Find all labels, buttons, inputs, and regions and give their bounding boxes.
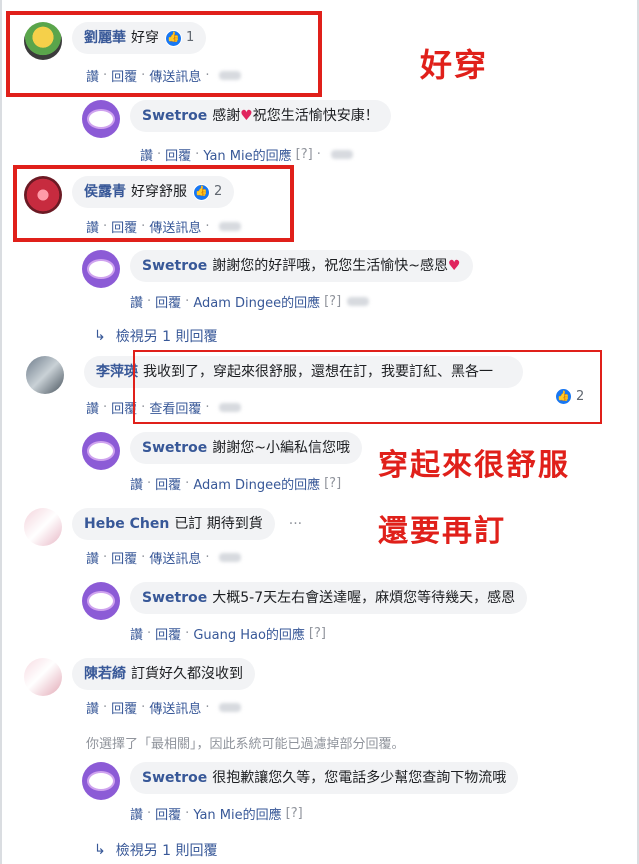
reply-link[interactable]: 回覆 (155, 292, 181, 311)
message-link[interactable]: 傳送訊息 (149, 698, 201, 717)
highlight-box (13, 165, 294, 242)
like-link[interactable]: 讚 (130, 474, 143, 493)
highlight-box (133, 350, 602, 424)
timestamp (219, 553, 242, 562)
annotation-text: 穿起來很舒服 (378, 448, 570, 483)
comment-actions: 讚 · 回覆 · Guang Hao的回應 [?] (130, 624, 326, 643)
avatar[interactable] (82, 762, 120, 800)
comment-author[interactable]: 李萍瑛 (96, 363, 138, 381)
comment-actions: 讚 · 回覆 · Adam Dingee的回應 [?] (130, 292, 370, 311)
heart-icon: ♥ (447, 258, 461, 274)
reply-link[interactable]: 回覆 (165, 145, 191, 164)
avatar[interactable] (24, 508, 62, 546)
comment-author[interactable]: Swetroe (142, 769, 207, 787)
reply-link[interactable]: 回覆 (111, 698, 137, 717)
message-link[interactable]: 傳送訊息 (149, 548, 201, 567)
view-more-replies[interactable]: ↳ 檢視另 1 則回覆 (94, 326, 218, 346)
highlight-box (6, 11, 322, 97)
reply-5: Swetroe 很抱歉讓您久等，您電話多少幫您查詢下物流哦 (82, 762, 519, 800)
like-link[interactable]: 讚 (86, 698, 99, 717)
like-link[interactable]: 讚 (86, 548, 99, 567)
comment-4: Hebe Chen 已訂 期待到貨 ··· (24, 508, 302, 546)
timestamp (219, 703, 242, 712)
more-options-icon[interactable]: ··· (289, 516, 302, 532)
comment-bubble: Swetroe 謝謝您的好評哦，祝您生活愉快~感恩 ♥ (130, 250, 473, 282)
comment-bubble: Swetroe 感謝 ♥ 祝您生活愉快安康！ (130, 100, 391, 132)
reply-link[interactable]: 回覆 (155, 474, 181, 493)
reply-4: Swetroe 大概5-7天左右會送達喔，麻煩您等待幾天，感恩 (82, 582, 528, 620)
comment-actions: 讚 · 回覆 · Yan Mie的回應 [?] · (140, 145, 353, 164)
comment-author[interactable]: Hebe Chen (84, 515, 169, 533)
comment-thread: 劉麗華 好穿 👍 1 讚 · 回覆 · 傳送訊息 · 好穿 Swetroe 感謝 ♥ … (0, 0, 639, 864)
comment-actions: 讚 · 回覆 · 傳送訊息 · (86, 698, 242, 717)
reply-3: Swetroe 謝謝您~小編私信您哦 (82, 432, 362, 470)
annotation-text: 好穿 (420, 46, 489, 84)
comment-author[interactable]: 陳若綺 (84, 665, 126, 683)
timestamp (347, 297, 370, 306)
filter-notice: 你選擇了「最相關」，因此系統可能已過濾掉部分回覆。 (86, 737, 405, 752)
reply-link[interactable]: 回覆 (111, 548, 137, 567)
like-link[interactable]: 讚 (130, 804, 143, 823)
comment-author[interactable]: Swetroe (142, 107, 207, 125)
reply-arrow-icon: ↳ (94, 328, 106, 344)
timestamp (330, 150, 353, 159)
annotation-text: 還要再訂 (378, 514, 506, 549)
reply-2: Swetroe 謝謝您的好評哦，祝您生活愉快~感恩 ♥ (82, 250, 473, 288)
reply-attribution[interactable]: Yan Mie的回應 (203, 145, 291, 164)
reply-arrow-icon: ↳ (94, 842, 106, 858)
reply-link[interactable]: 回覆 (155, 804, 181, 823)
like-link[interactable]: 讚 (86, 398, 99, 417)
avatar[interactable] (82, 250, 120, 288)
reply-attribution[interactable]: Yan Mie的回應 (193, 804, 281, 823)
comment-bubble: Swetroe 很抱歉讓您久等，您電話多少幫您查詢下物流哦 (130, 762, 519, 794)
avatar[interactable] (26, 356, 64, 394)
reply-attribution[interactable]: Adam Dingee的回應 (193, 474, 320, 493)
avatar[interactable] (82, 432, 120, 470)
comment-actions: 讚 · 回覆 · Adam Dingee的回應 [?] (130, 474, 342, 493)
avatar[interactable] (82, 582, 120, 620)
comment-actions: 讚 · 回覆 · 傳送訊息 · (86, 548, 242, 567)
comment-author[interactable]: Swetroe (142, 257, 207, 275)
reply-link[interactable]: 回覆 (155, 624, 181, 643)
comment-5: 陳若綺 訂貨好久都沒收到 (24, 658, 255, 696)
like-link[interactable]: 讚 (130, 624, 143, 643)
heart-icon: ♥ (240, 108, 253, 124)
avatar[interactable] (82, 100, 120, 138)
like-link[interactable]: 讚 (140, 145, 153, 164)
comment-bubble: Swetroe 大概5-7天左右會送達喔，麻煩您等待幾天，感恩 (130, 582, 528, 614)
reply-attribution[interactable]: Guang Hao的回應 (193, 624, 305, 643)
reply-1: Swetroe 感謝 ♥ 祝您生活愉快安康！ (82, 100, 391, 138)
comment-bubble: 陳若綺 訂貨好久都沒收到 (72, 658, 255, 690)
comment-bubble: Swetroe 謝謝您~小編私信您哦 (130, 432, 362, 464)
reply-attribution[interactable]: Adam Dingee的回應 (193, 292, 320, 311)
comment-author[interactable]: Swetroe (142, 439, 207, 457)
view-more-replies[interactable]: ↳ 檢視另 1 則回覆 (94, 840, 218, 860)
comment-author[interactable]: Swetroe (142, 589, 207, 607)
comment-actions: 讚 · 回覆 · Yan Mie的回應 [?] (130, 804, 303, 823)
avatar[interactable] (24, 658, 62, 696)
like-link[interactable]: 讚 (130, 292, 143, 311)
comment-bubble: Hebe Chen 已訂 期待到貨 (72, 508, 275, 540)
